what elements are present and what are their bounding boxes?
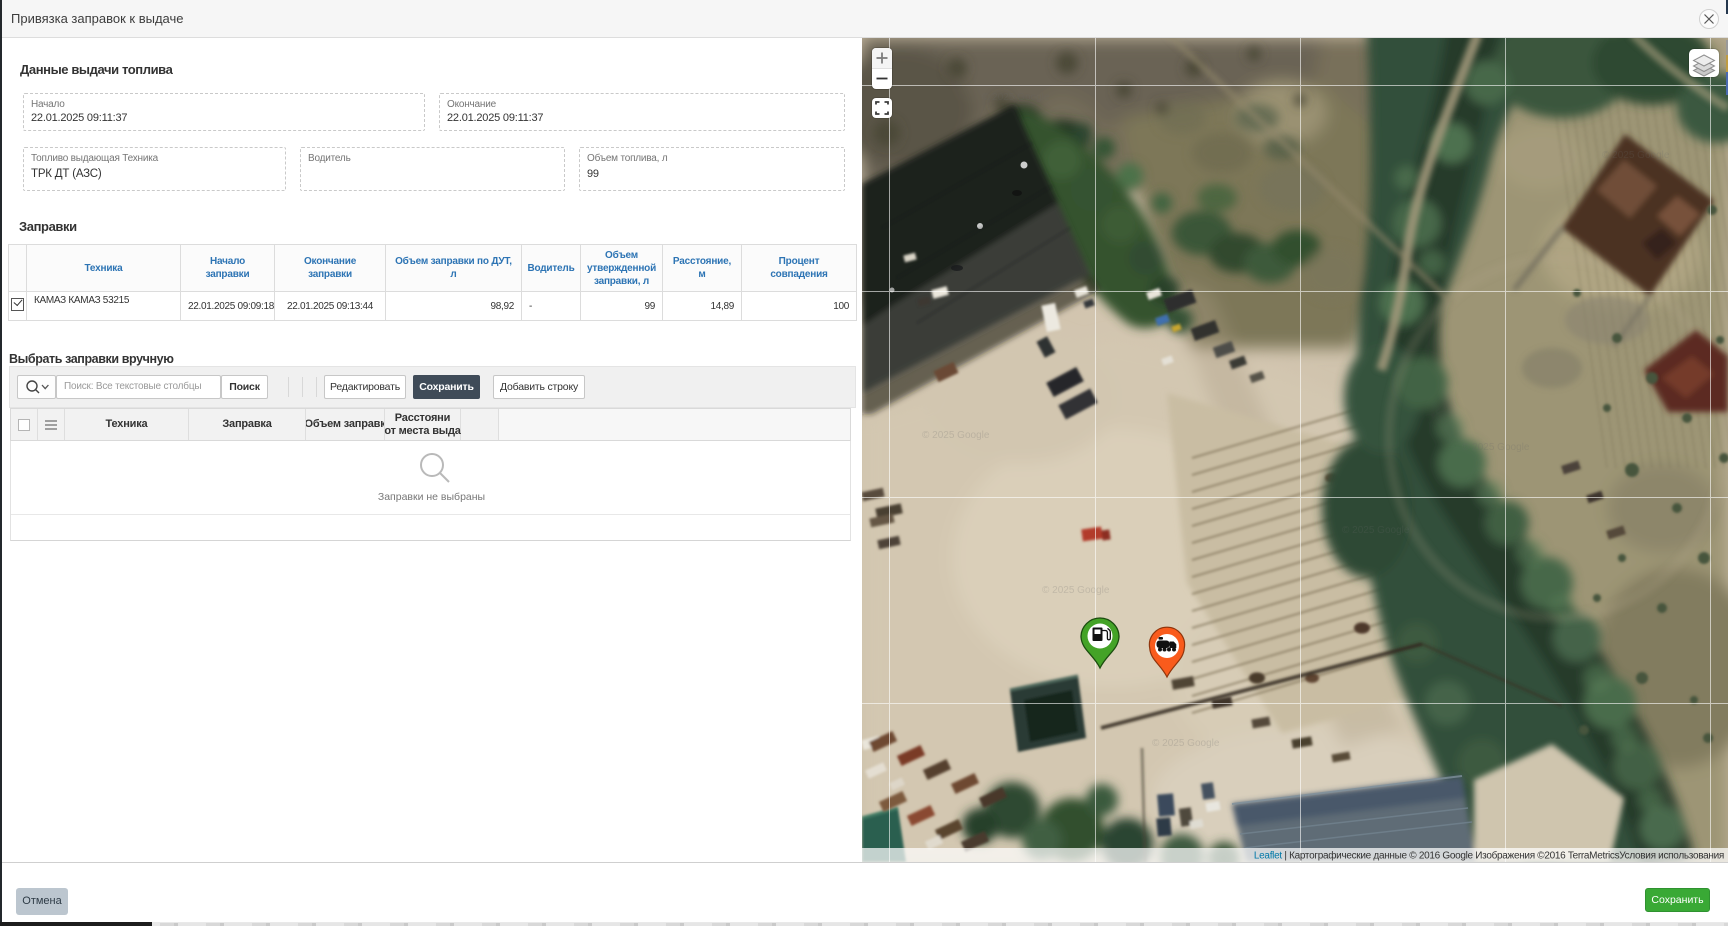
svg-text:© 2025 Google: © 2025 Google <box>1042 585 1110 596</box>
svg-text:© 2025 Google: © 2025 Google <box>1152 738 1220 749</box>
svg-text:Leaflet | Картографические дан: Leaflet | Картографические данные © 2016… <box>1254 850 1724 862</box>
svg-text:© 2025 Google: © 2025 Google <box>1462 442 1530 453</box>
svg-text:© 2025 Google: © 2025 Google <box>1342 525 1410 536</box>
svg-text:© 2025 Google: © 2025 Google <box>1602 150 1670 161</box>
svg-text:© 2025 Google: © 2025 Google <box>922 430 990 441</box>
svg-text:© 2025 Google: © 2025 Google <box>982 92 1050 103</box>
